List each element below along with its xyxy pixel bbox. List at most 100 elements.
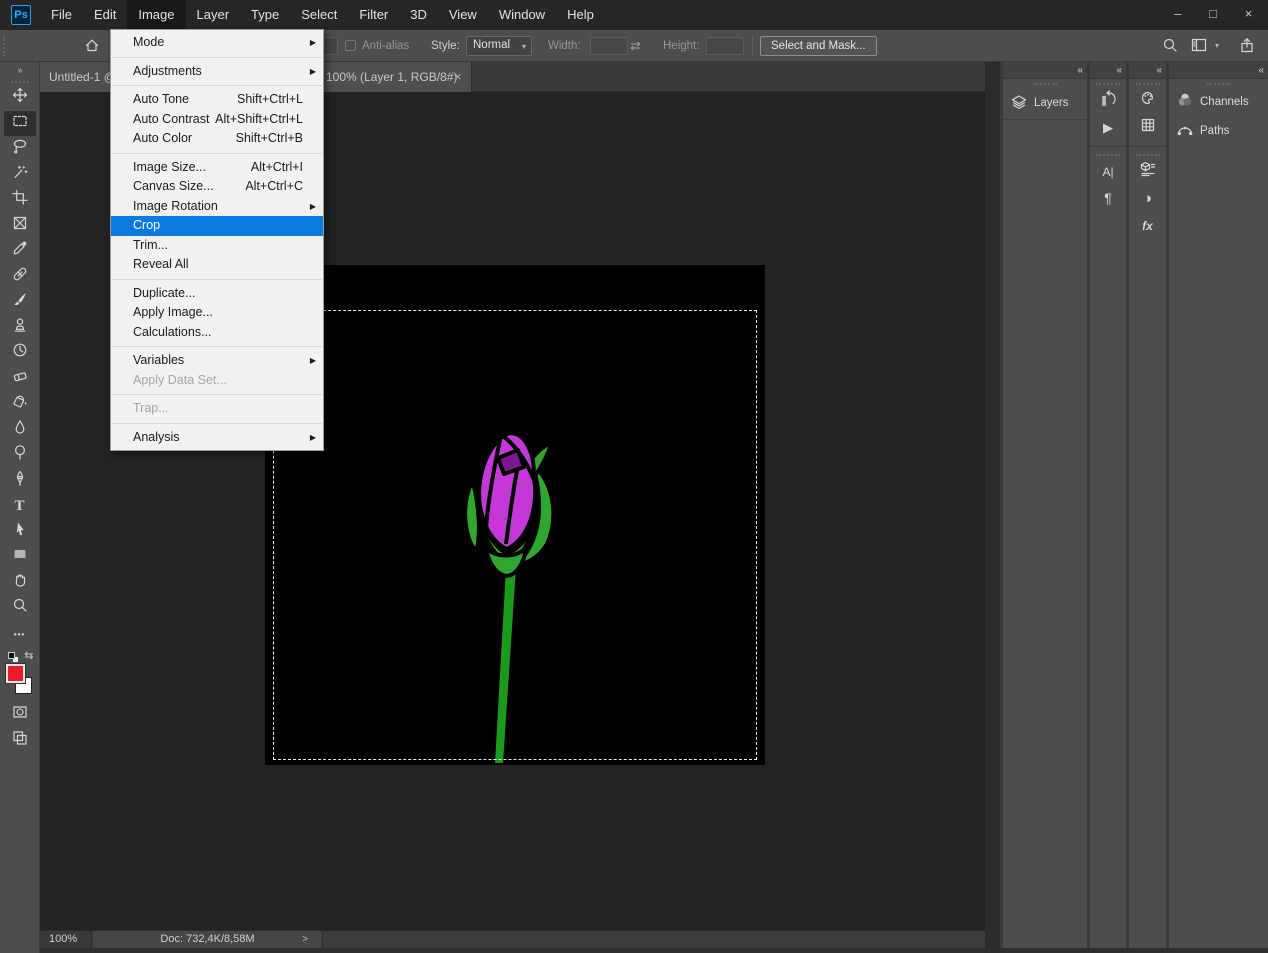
- paths-panel-tab[interactable]: Paths: [1169, 116, 1268, 145]
- tab-close-icon[interactable]: ×: [454, 69, 462, 84]
- hand-tool-button[interactable]: [4, 570, 36, 596]
- menu-item-analysis[interactable]: Analysis▶: [111, 428, 323, 448]
- menu-item-auto-color[interactable]: Auto ColorShift+Ctrl+B: [111, 129, 323, 149]
- dock-grip[interactable]: [1136, 154, 1160, 156]
- dock-grip[interactable]: [1096, 83, 1120, 85]
- actions-panel-button[interactable]: ▶: [1090, 114, 1126, 141]
- menu-item-duplicate[interactable]: Duplicate...: [111, 284, 323, 304]
- dock-grip[interactable]: [1136, 83, 1160, 85]
- menu-item-auto-tone[interactable]: Auto ToneShift+Ctrl+L: [111, 90, 323, 110]
- swap-dimensions-icon[interactable]: ⇄: [630, 38, 641, 54]
- collapse-panels-button[interactable]: «: [1090, 62, 1126, 79]
- menu-item-variables[interactable]: Variables▶: [111, 351, 323, 371]
- lasso-tool-button[interactable]: [4, 136, 36, 162]
- menu-item-canvas-size[interactable]: Canvas Size...Alt+Ctrl+C: [111, 177, 323, 197]
- marquee-tool-button[interactable]: [4, 111, 36, 137]
- toolbar-collapse-icon[interactable]: »: [17, 62, 21, 76]
- collapse-panels-button[interactable]: «: [1003, 62, 1087, 79]
- paragraph-panel-button[interactable]: ¶: [1090, 185, 1126, 212]
- home-icon[interactable]: [84, 37, 100, 56]
- menu-item-crop[interactable]: Crop: [111, 216, 323, 236]
- dock-grip[interactable]: [1096, 154, 1120, 156]
- menubar-item-select[interactable]: Select: [290, 0, 348, 29]
- anti-alias-checkbox[interactable]: [345, 40, 356, 51]
- rectangle-tool-button[interactable]: [4, 544, 36, 570]
- search-icon[interactable]: [1162, 37, 1178, 56]
- zoom-level-field[interactable]: 100%: [40, 931, 92, 949]
- menubar-item-filter[interactable]: Filter: [348, 0, 399, 29]
- menu-item-image-rotation[interactable]: Image Rotation▶: [111, 197, 323, 217]
- properties-panel-button[interactable]: [1129, 158, 1166, 185]
- menu-item-reveal-all[interactable]: Reveal All: [111, 255, 323, 275]
- paint-bucket-tool-button[interactable]: [4, 391, 36, 417]
- zoom-tool-button[interactable]: [4, 595, 36, 621]
- frame-tool-button[interactable]: [4, 213, 36, 239]
- eyedropper-tool-button[interactable]: [4, 238, 36, 264]
- menu-item-apply-image[interactable]: Apply Image...: [111, 303, 323, 323]
- path-select-tool-button[interactable]: [4, 519, 36, 545]
- brush-tool-button[interactable]: [4, 289, 36, 315]
- history-brush-tool-button[interactable]: [4, 340, 36, 366]
- selection-marquee[interactable]: [273, 310, 757, 760]
- dock-grip[interactable]: [1207, 83, 1231, 85]
- menubar-item-type[interactable]: Type: [240, 0, 290, 29]
- eraser-tool-button[interactable]: [4, 366, 36, 392]
- quick-select-tool-button[interactable]: [4, 162, 36, 188]
- default-colors-icon[interactable]: [8, 652, 15, 659]
- character-panel-button[interactable]: A|: [1090, 158, 1126, 185]
- toolbar-grip[interactable]: [11, 81, 29, 83]
- canvas[interactable]: [265, 265, 765, 765]
- menubar-item-3d[interactable]: 3D: [399, 0, 438, 29]
- menubar-item-window[interactable]: Window: [488, 0, 556, 29]
- collapse-panels-button[interactable]: «: [1169, 62, 1268, 79]
- menubar-item-help[interactable]: Help: [556, 0, 605, 29]
- swatches-panel-button[interactable]: [1129, 87, 1166, 114]
- menubar-item-image[interactable]: Image: [127, 0, 185, 29]
- maximize-button[interactable]: □: [1198, 0, 1229, 29]
- document-size-info[interactable]: Doc: 732,4K/8,58M >: [93, 931, 323, 949]
- share-icon[interactable]: [1239, 37, 1255, 56]
- pen-tool-button[interactable]: [4, 468, 36, 494]
- menubar-item-layer[interactable]: Layer: [186, 0, 241, 29]
- styles-panel-button[interactable]: fx: [1129, 212, 1166, 239]
- screen-mode-button[interactable]: [4, 728, 36, 754]
- type-tool-button[interactable]: T: [4, 493, 36, 519]
- collapse-panels-button[interactable]: «: [1129, 62, 1166, 79]
- more-tool-button[interactable]: •••: [4, 621, 36, 647]
- minimize-button[interactable]: –: [1162, 0, 1193, 29]
- width-input[interactable]: [590, 37, 628, 55]
- status-expand-icon[interactable]: >: [302, 931, 308, 948]
- history-panel-button[interactable]: [1090, 87, 1126, 114]
- crop-tool-button[interactable]: [4, 187, 36, 213]
- tool-palette: » T ••• ⇆: [0, 62, 40, 953]
- blur-tool-button[interactable]: [4, 417, 36, 443]
- channels-panel-tab[interactable]: Channels: [1169, 87, 1268, 116]
- color-panel-button[interactable]: [1129, 114, 1166, 141]
- menu-item-image-size[interactable]: Image Size...Alt+Ctrl+I: [111, 158, 323, 178]
- menu-item-calculations[interactable]: Calculations...: [111, 323, 323, 343]
- options-bar-grip[interactable]: [3, 36, 7, 56]
- menubar-item-view[interactable]: View: [438, 0, 488, 29]
- move-tool-button[interactable]: [4, 85, 36, 111]
- close-button[interactable]: ×: [1233, 0, 1264, 29]
- height-input[interactable]: [706, 37, 744, 55]
- chevron-down-icon[interactable]: ▾: [1215, 41, 1219, 50]
- menu-item-auto-contrast[interactable]: Auto ContrastAlt+Shift+Ctrl+L: [111, 110, 323, 130]
- menu-item-trim[interactable]: Trim...: [111, 236, 323, 256]
- menu-item-adjustments[interactable]: Adjustments▶: [111, 62, 323, 82]
- menubar-item-edit[interactable]: Edit: [83, 0, 127, 29]
- workspace-icon[interactable]: [1191, 37, 1207, 56]
- style-select[interactable]: Normal ▾: [466, 36, 532, 56]
- adjustments-panel-button[interactable]: ◑: [1129, 185, 1166, 212]
- select-and-mask-button[interactable]: Select and Mask...: [760, 36, 877, 56]
- layers-panel-tab[interactable]: Layers: [1003, 87, 1087, 120]
- menubar-item-file[interactable]: File: [40, 0, 83, 29]
- dodge-tool-button[interactable]: [4, 442, 36, 468]
- foreground-color-swatch[interactable]: [6, 664, 25, 683]
- dock-grip[interactable]: [1033, 83, 1057, 85]
- quick-mask-button[interactable]: [4, 702, 36, 728]
- clone-stamp-tool-button[interactable]: [4, 315, 36, 341]
- healing-brush-tool-button[interactable]: [4, 264, 36, 290]
- menu-item-mode[interactable]: Mode▶: [111, 33, 323, 53]
- swap-colors-icon[interactable]: ⇆: [24, 649, 33, 662]
